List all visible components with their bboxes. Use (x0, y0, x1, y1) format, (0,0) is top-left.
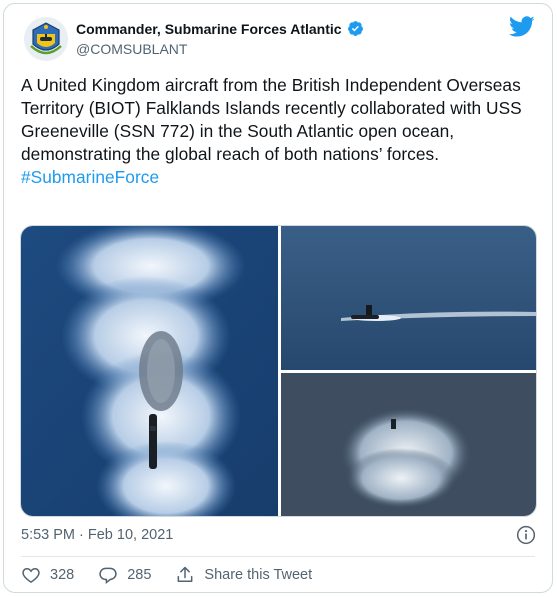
photo-submarine-wake[interactable] (21, 226, 278, 516)
twitter-bird-icon[interactable] (509, 16, 535, 38)
handle[interactable]: @COMSUBLANT (76, 41, 187, 57)
verified-badge-icon (347, 21, 363, 36)
action-bar: 328 285 Share this Tweet (21, 565, 336, 585)
photo-submarine-spray[interactable] (281, 373, 536, 516)
reply-count: 285 (127, 567, 152, 583)
comsublant-seal-icon (24, 17, 68, 61)
author-row: Commander, Submarine Forces Atlantic (76, 20, 364, 37)
avatar[interactable] (23, 16, 69, 62)
hashtag-link[interactable]: #SubmarineForce (21, 166, 541, 189)
like-button[interactable]: 328 (21, 565, 74, 585)
reply-button[interactable]: 285 (98, 565, 151, 585)
tweet-text: A United Kingdom aircraft from the Briti… (21, 74, 541, 189)
tweet-card: Commander, Submarine Forces Atlantic @CO… (3, 3, 553, 593)
tweet-body: A United Kingdom aircraft from the Briti… (21, 75, 522, 164)
reply-bubble-icon (99, 567, 117, 585)
share-upload-icon (177, 566, 193, 582)
submarine-surfaced-photo-icon (281, 226, 536, 370)
submarine-wake-photo-icon (21, 226, 278, 516)
display-name[interactable]: Commander, Submarine Forces Atlantic (76, 21, 342, 37)
media-grid (20, 225, 537, 517)
info-icon[interactable] (516, 525, 536, 545)
submarine-spray-photo-icon (281, 373, 536, 516)
photo-submarine-surfaced[interactable] (281, 226, 536, 370)
heart-icon (22, 567, 40, 583)
tweet-timestamp[interactable]: 5:53 PM · Feb 10, 2021 (21, 527, 173, 543)
footer-divider (21, 556, 535, 557)
like-count: 328 (50, 567, 75, 583)
share-label: Share this Tweet (204, 567, 313, 583)
share-button[interactable]: Share this Tweet (175, 565, 312, 585)
